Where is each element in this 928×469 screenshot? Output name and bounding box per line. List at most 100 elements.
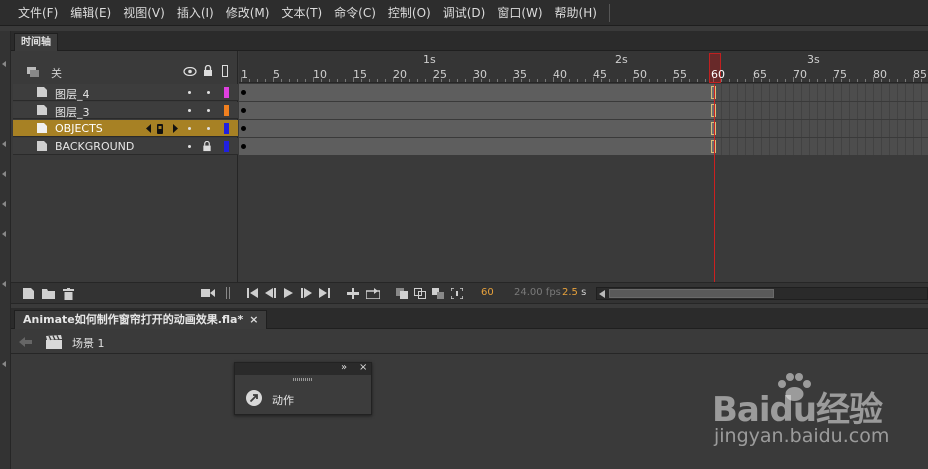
scroll-left-arrow-icon[interactable]: [599, 290, 605, 298]
step-back-icon[interactable]: [265, 288, 276, 298]
new-layer-icon[interactable]: [23, 288, 35, 299]
frame-span[interactable]: [239, 138, 714, 155]
timeline-horizontal-scrollbar[interactable]: [596, 287, 928, 300]
layers-icon[interactable]: [27, 66, 41, 78]
collapse-arrow-icon[interactable]: [2, 171, 6, 177]
empty-frames[interactable]: [714, 102, 928, 119]
empty-frames[interactable]: [714, 84, 928, 101]
layer-name: 图层_3: [55, 106, 90, 119]
empty-frames[interactable]: [714, 120, 928, 137]
layer-color-swatch[interactable]: [224, 141, 229, 152]
layer-tracks[interactable]: [239, 84, 928, 156]
lock-icon[interactable]: [203, 65, 213, 77]
modify-markers-icon[interactable]: [451, 288, 463, 299]
center-frame-icon[interactable]: [347, 288, 359, 299]
panel-divider-grip[interactable]: [226, 287, 230, 299]
layer-row[interactable]: BACKGROUND: [13, 138, 238, 155]
frame-span[interactable]: [239, 120, 714, 137]
elapsed-time-readout[interactable]: 2.5 s: [562, 287, 586, 298]
outline-icon[interactable]: [222, 65, 228, 77]
layer-color-swatch[interactable]: [224, 105, 229, 116]
edit-multiple-frames-icon[interactable]: [432, 288, 444, 299]
eye-icon[interactable]: [183, 67, 197, 76]
lock-dot[interactable]: [207, 109, 210, 112]
fps-readout[interactable]: 24.00 fps: [514, 287, 561, 298]
menu-commands[interactable]: 命令(C): [328, 0, 382, 26]
collapse-arrow-icon[interactable]: [2, 61, 6, 67]
layer-row[interactable]: 图层_4: [13, 84, 238, 101]
layer-row[interactable]: 图层_3: [13, 102, 238, 119]
close-tab-icon[interactable]: ×: [249, 313, 258, 326]
keyframe[interactable]: [241, 126, 246, 131]
frame-span[interactable]: [239, 84, 714, 101]
trash-icon[interactable]: [63, 288, 74, 300]
keyframe[interactable]: [241, 90, 246, 95]
menu-edit[interactable]: 编辑(E): [64, 0, 117, 26]
frame-ruler[interactable]: 1s 2s 3s 1510152025303540455055606570758…: [239, 51, 928, 83]
lock-dot[interactable]: [207, 127, 210, 130]
empty-frames[interactable]: [714, 138, 928, 155]
visibility-dot[interactable]: [188, 91, 191, 94]
expand-panel-icon[interactable]: »: [341, 362, 347, 373]
close-panel-icon[interactable]: ×: [359, 362, 367, 373]
menu-window[interactable]: 窗口(W): [491, 0, 548, 26]
onion-skin-icon[interactable]: [396, 288, 408, 299]
panel-title-bar[interactable]: » ×: [235, 362, 371, 375]
frame-span[interactable]: [239, 102, 714, 119]
collapse-arrow-icon[interactable]: [2, 281, 6, 287]
keyframe[interactable]: [241, 108, 246, 113]
loop-icon[interactable]: [366, 288, 380, 299]
menu-file[interactable]: 文件(F): [12, 0, 64, 26]
layer-row-selected[interactable]: OBJECTS: [13, 120, 238, 137]
menu-view[interactable]: 视图(V): [117, 0, 171, 26]
menu-debug[interactable]: 调试(D): [437, 0, 492, 26]
menu-insert[interactable]: 插入(I): [171, 0, 220, 26]
step-forward-icon[interactable]: [301, 288, 312, 298]
layer-color-swatch[interactable]: [224, 123, 229, 134]
document-tab[interactable]: Animate如何制作窗帘打开的动画效果.fla* ×: [14, 310, 268, 329]
ruler-tick: [465, 79, 466, 82]
left-gutter: [0, 31, 11, 469]
onion-skin-marker-icon[interactable]: [146, 123, 178, 134]
frame-number-label: 75: [833, 68, 847, 81]
scrollbar-thumb[interactable]: [609, 289, 774, 298]
go-to-first-frame-icon[interactable]: [247, 288, 258, 298]
tab-timeline[interactable]: 时间轴: [14, 33, 58, 51]
visibility-dot[interactable]: [188, 109, 191, 112]
actions-floating-panel[interactable]: » × 动作: [234, 362, 372, 415]
menu-modify[interactable]: 修改(M): [220, 0, 276, 26]
menu-help[interactable]: 帮助(H): [549, 0, 603, 26]
layer-lock-icon[interactable]: [202, 141, 212, 152]
camera-icon[interactable]: [201, 288, 215, 298]
ruler-tick: [385, 79, 386, 82]
layer-name: BACKGROUND: [55, 140, 135, 153]
frame-track[interactable]: [239, 102, 928, 119]
current-frame-readout[interactable]: 60: [481, 287, 494, 298]
collapse-arrow-icon[interactable]: [2, 141, 6, 147]
layer-color-swatch[interactable]: [224, 87, 229, 98]
frame-track[interactable]: [239, 84, 928, 101]
play-icon[interactable]: [284, 288, 293, 298]
frames-area[interactable]: 1s 2s 3s 1510152025303540455055606570758…: [239, 51, 928, 282]
go-to-last-frame-icon[interactable]: [319, 288, 330, 298]
menu-control[interactable]: 控制(O): [382, 0, 437, 26]
frame-track[interactable]: [239, 120, 928, 137]
ruler-tick: [729, 79, 730, 82]
new-folder-icon[interactable]: [42, 288, 55, 299]
back-arrow-icon[interactable]: [19, 337, 32, 347]
keyframe[interactable]: [241, 144, 246, 149]
visibility-dot[interactable]: [188, 127, 191, 130]
lock-dot[interactable]: [207, 91, 210, 94]
menu-text[interactable]: 文本(T): [275, 0, 328, 26]
frame-number-label: 30: [473, 68, 487, 81]
collapse-arrow-icon[interactable]: [2, 201, 6, 207]
scene-name[interactable]: 场景 1: [72, 335, 105, 351]
panel-grip[interactable]: [293, 378, 313, 381]
frame-track[interactable]: [239, 138, 928, 155]
collapse-arrow-icon[interactable]: [2, 231, 6, 237]
ruler-tick: [577, 79, 578, 82]
onion-skin-outlines-icon[interactable]: [414, 288, 426, 299]
collapse-arrow-icon[interactable]: [2, 361, 6, 367]
baidu-watermark: Baidu经验 jingyan.baidu.com: [712, 372, 922, 462]
visibility-dot[interactable]: [188, 145, 191, 148]
